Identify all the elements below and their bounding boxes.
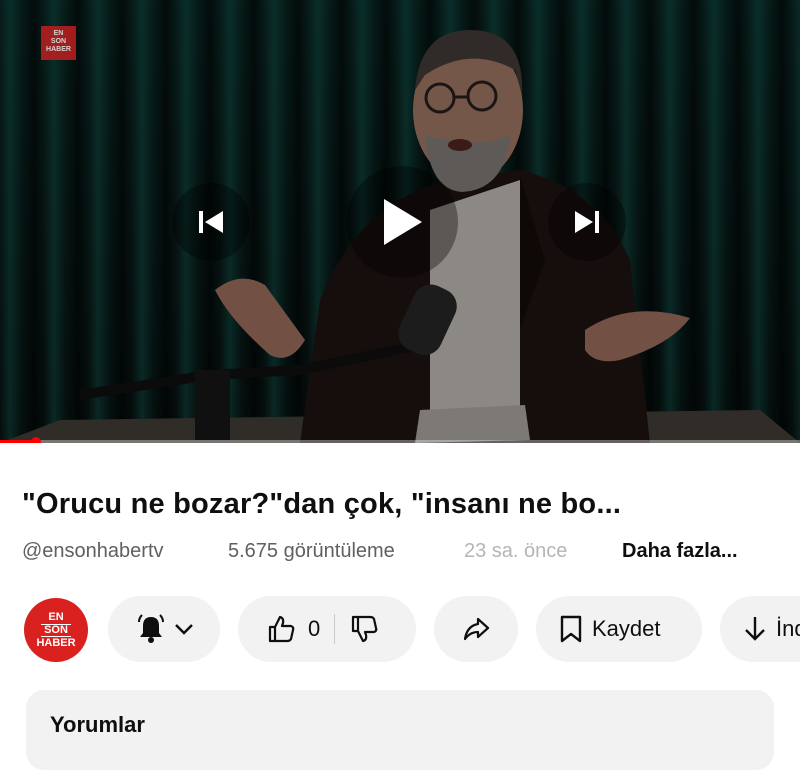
bell-icon	[134, 612, 168, 646]
channel-handle[interactable]: @ensonhabertv	[22, 540, 164, 563]
save-label: Kaydet	[592, 616, 661, 641]
channel-watermark-logo: EN SON HABER	[41, 26, 76, 60]
skip-next-button[interactable]	[548, 183, 626, 261]
action-bar: EN SON HABER 0 Kaydet İn	[0, 596, 800, 662]
bookmark-icon	[558, 614, 584, 644]
play-button[interactable]	[346, 166, 458, 278]
share-button[interactable]	[434, 596, 518, 662]
save-button[interactable]: Kaydet	[536, 596, 702, 662]
share-icon	[461, 614, 491, 644]
upload-time: 23 sa. önce	[464, 540, 568, 562]
play-icon	[380, 197, 424, 247]
skip-previous-button[interactable]	[172, 183, 250, 261]
more-button[interactable]: Daha fazla...	[622, 540, 738, 563]
like-divider	[334, 614, 336, 644]
channel-avatar[interactable]: EN SON HABER	[24, 598, 88, 662]
like-dislike-group: 0	[238, 596, 416, 662]
video-player[interactable]: EN SON HABER	[0, 0, 800, 443]
like-count: 0	[308, 616, 321, 641]
skip-next-icon	[572, 207, 602, 237]
video-metadata[interactable]: @ensonhabertv 5.675 görüntüleme 23 sa. ö…	[22, 540, 782, 566]
view-count: 5.675 görüntüleme	[228, 540, 395, 562]
chevron-down-icon	[174, 622, 194, 636]
comments-section[interactable]: Yorumlar	[26, 690, 774, 770]
comments-title: Yorumlar	[50, 712, 145, 737]
skip-previous-icon	[196, 207, 226, 237]
progress-bar[interactable]	[0, 437, 800, 443]
subscription-bell-button[interactable]	[108, 596, 220, 662]
progress-scrubber[interactable]	[31, 437, 41, 443]
dislike-icon[interactable]	[349, 614, 379, 644]
download-button[interactable]: İndir	[720, 596, 800, 662]
video-title[interactable]: "Orucu ne bozar?"dan çok, "insanı ne bo.…	[22, 488, 782, 521]
download-icon	[742, 614, 768, 644]
like-icon[interactable]	[266, 614, 296, 644]
download-label: İndir	[776, 616, 800, 641]
